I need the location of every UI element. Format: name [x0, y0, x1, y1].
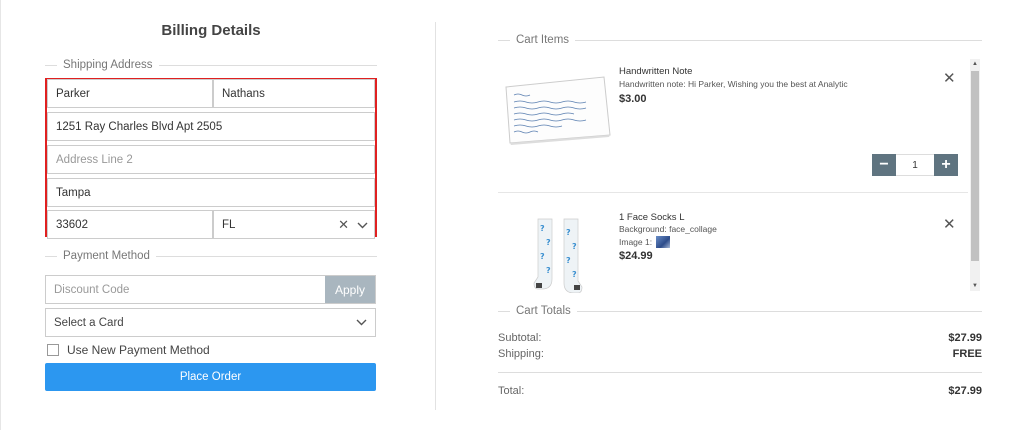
last-name-field[interactable]: Nathans [213, 79, 375, 108]
chevron-down-icon[interactable] [357, 217, 368, 232]
cart-totals-label: Cart Totals [516, 305, 571, 317]
remove-item-icon[interactable]: ✕ [943, 69, 956, 87]
svg-text:?: ? [566, 256, 571, 265]
cart-item-image-label: Image 1: [619, 237, 653, 247]
total-label: Total: [498, 385, 525, 397]
discount-group: Discount Code Apply [45, 275, 376, 304]
scroll-up-icon[interactable]: ▲ [970, 61, 980, 67]
address-line-1-field[interactable]: 1251 Ray Charles Blvd Apt 2505 [47, 112, 375, 141]
remove-item-icon[interactable]: ✕ [943, 215, 956, 233]
card-select-value: Select a Card [54, 316, 124, 329]
shipping-label: Shipping: [498, 348, 544, 360]
svg-text:?: ? [546, 266, 551, 275]
shipping-address-legend: Shipping Address [45, 59, 377, 71]
subtotal-row: Subtotal: $27.99 [498, 332, 982, 344]
checkout-page: Billing Details Shipping Address Parker … [0, 0, 1024, 430]
quantity-value[interactable]: 1 [896, 154, 934, 176]
scrollbar-thumb[interactable] [971, 71, 979, 261]
place-order-button[interactable]: Place Order [45, 363, 376, 391]
subtotal-label: Subtotal: [498, 332, 542, 344]
clear-icon[interactable]: ✕ [338, 217, 349, 233]
chevron-down-icon [356, 317, 367, 329]
svg-text:?: ? [546, 238, 551, 247]
payment-method-label: Payment Method [63, 250, 150, 262]
minus-icon[interactable]: − [872, 154, 896, 176]
totals-divider [498, 372, 982, 373]
new-payment-label: Use New Payment Method [67, 343, 210, 357]
image-thumbnail [656, 236, 671, 248]
total-row: Total: $27.99 [498, 385, 982, 397]
svg-text:?: ? [572, 270, 577, 279]
face-socks-image: ???? ???? [528, 217, 588, 296]
cart-items-label: Cart Items [516, 34, 570, 46]
svg-text:?: ? [540, 252, 545, 261]
item-divider [498, 192, 968, 193]
svg-text:?: ? [540, 224, 545, 233]
svg-text:?: ? [572, 242, 577, 251]
plus-icon[interactable]: + [934, 154, 958, 176]
cart-items-legend: Cart Items [498, 34, 982, 46]
cart-item-price: $3.00 [619, 93, 647, 105]
cart-item-price: $24.99 [619, 250, 653, 262]
apply-button[interactable]: Apply [325, 276, 375, 303]
discount-code-input[interactable]: Discount Code [46, 276, 325, 303]
cart-totals-legend: Cart Totals [498, 305, 982, 317]
cart-items-list: Handwritten Note Handwritten note: Hi Pa… [498, 55, 984, 295]
cart-item-detail: Handwritten note: Hi Parker, Wishing you… [619, 79, 849, 89]
cart-item-image-row: Image 1: [619, 236, 819, 248]
address-line-2-field[interactable]: Address Line 2 [47, 145, 375, 174]
scroll-down-icon[interactable]: ▼ [970, 283, 980, 289]
first-name-field[interactable]: Parker [47, 79, 213, 108]
column-divider [435, 22, 436, 410]
subtotal-value: $27.99 [948, 332, 982, 344]
payment-method-legend: Payment Method [45, 250, 377, 262]
shipping-row: Shipping: FREE [498, 348, 982, 360]
handwritten-note-image [502, 73, 612, 148]
cart-scrollbar[interactable]: ▲ ▼ [970, 59, 980, 291]
card-select[interactable]: Select a Card [45, 308, 376, 337]
total-value: $27.99 [948, 385, 982, 397]
shipping-value: FREE [952, 348, 982, 360]
quantity-stepper: − 1 + [872, 154, 958, 176]
svg-text:?: ? [566, 228, 571, 237]
new-payment-row: Use New Payment Method [47, 343, 210, 357]
state-select[interactable]: FL ✕ [213, 210, 375, 239]
cart-item-name: Handwritten Note [619, 66, 693, 77]
zip-field[interactable]: 33602 [47, 210, 213, 239]
shipping-address-label: Shipping Address [63, 59, 153, 71]
new-payment-checkbox[interactable] [47, 344, 59, 356]
state-value: FL [222, 218, 236, 231]
cart-item-name: 1 Face Socks L [619, 212, 685, 223]
city-field[interactable]: Tampa [47, 178, 375, 207]
cart-item-background: Background: face_collage [619, 224, 717, 234]
billing-title: Billing Details [161, 22, 261, 39]
